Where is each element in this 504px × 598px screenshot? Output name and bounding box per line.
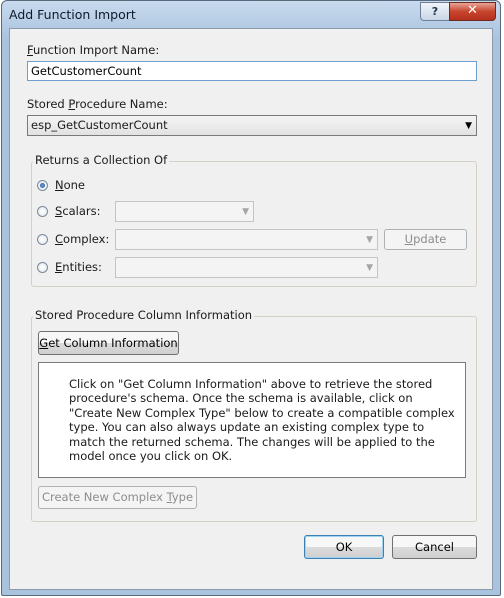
dropdown-arrow-icon: ▼ — [465, 121, 472, 131]
stored-procedure-name-label: Stored Procedure Name: — [27, 97, 168, 111]
radio-entities-label[interactable]: Entities: — [55, 260, 102, 274]
function-import-name-label: Function Import Name: — [27, 43, 160, 57]
title-bar[interactable]: Add Function Import ? ✕ — [2, 1, 500, 29]
close-icon: ✕ — [467, 3, 478, 18]
radio-complex[interactable] — [37, 234, 48, 245]
dropdown-arrow-icon: ▼ — [366, 263, 373, 273]
close-button[interactable]: ✕ — [449, 2, 496, 21]
scalars-dropdown[interactable]: ▼ — [115, 201, 254, 222]
returns-collection-title: Returns a Collection Of — [33, 153, 170, 167]
entities-dropdown[interactable]: ▼ — [115, 257, 378, 278]
get-column-information-button[interactable]: Get Column Information — [38, 331, 179, 355]
window-title: Add Function Import — [9, 7, 136, 22]
function-import-name-input[interactable] — [27, 61, 477, 81]
radio-entities[interactable] — [37, 262, 48, 273]
dropdown-arrow-icon: ▼ — [366, 235, 373, 245]
add-function-import-dialog: Add Function Import ? ✕ Function Import … — [1, 0, 501, 596]
radio-scalars-label[interactable]: Scalars: — [55, 204, 101, 218]
ok-button[interactable]: OK — [304, 535, 384, 559]
complex-dropdown[interactable]: ▼ — [115, 229, 378, 250]
dropdown-arrow-icon: ▼ — [242, 207, 249, 217]
radio-none[interactable] — [37, 180, 48, 191]
help-button[interactable]: ? — [420, 2, 450, 21]
column-info-text: Click on "Get Column Information" above … — [69, 377, 455, 464]
update-button[interactable]: Update — [384, 229, 467, 250]
radio-scalars[interactable] — [37, 206, 48, 217]
stored-procedure-dropdown[interactable]: esp_GetCustomerCount ▼ — [27, 115, 477, 136]
column-info-text-box: Click on "Get Column Information" above … — [38, 362, 466, 478]
dialog-body: Function Import Name: Stored Procedure N… — [9, 28, 493, 590]
stored-procedure-value: esp_GetCustomerCount — [31, 118, 168, 132]
create-new-complex-type-button[interactable]: Create New Complex Type — [38, 486, 197, 509]
help-icon: ? — [431, 5, 439, 18]
radio-complex-label[interactable]: Complex: — [55, 232, 109, 246]
cancel-button[interactable]: Cancel — [392, 535, 477, 559]
radio-none-label[interactable]: None — [55, 178, 85, 192]
column-info-title: Stored Procedure Column Information — [33, 308, 255, 322]
